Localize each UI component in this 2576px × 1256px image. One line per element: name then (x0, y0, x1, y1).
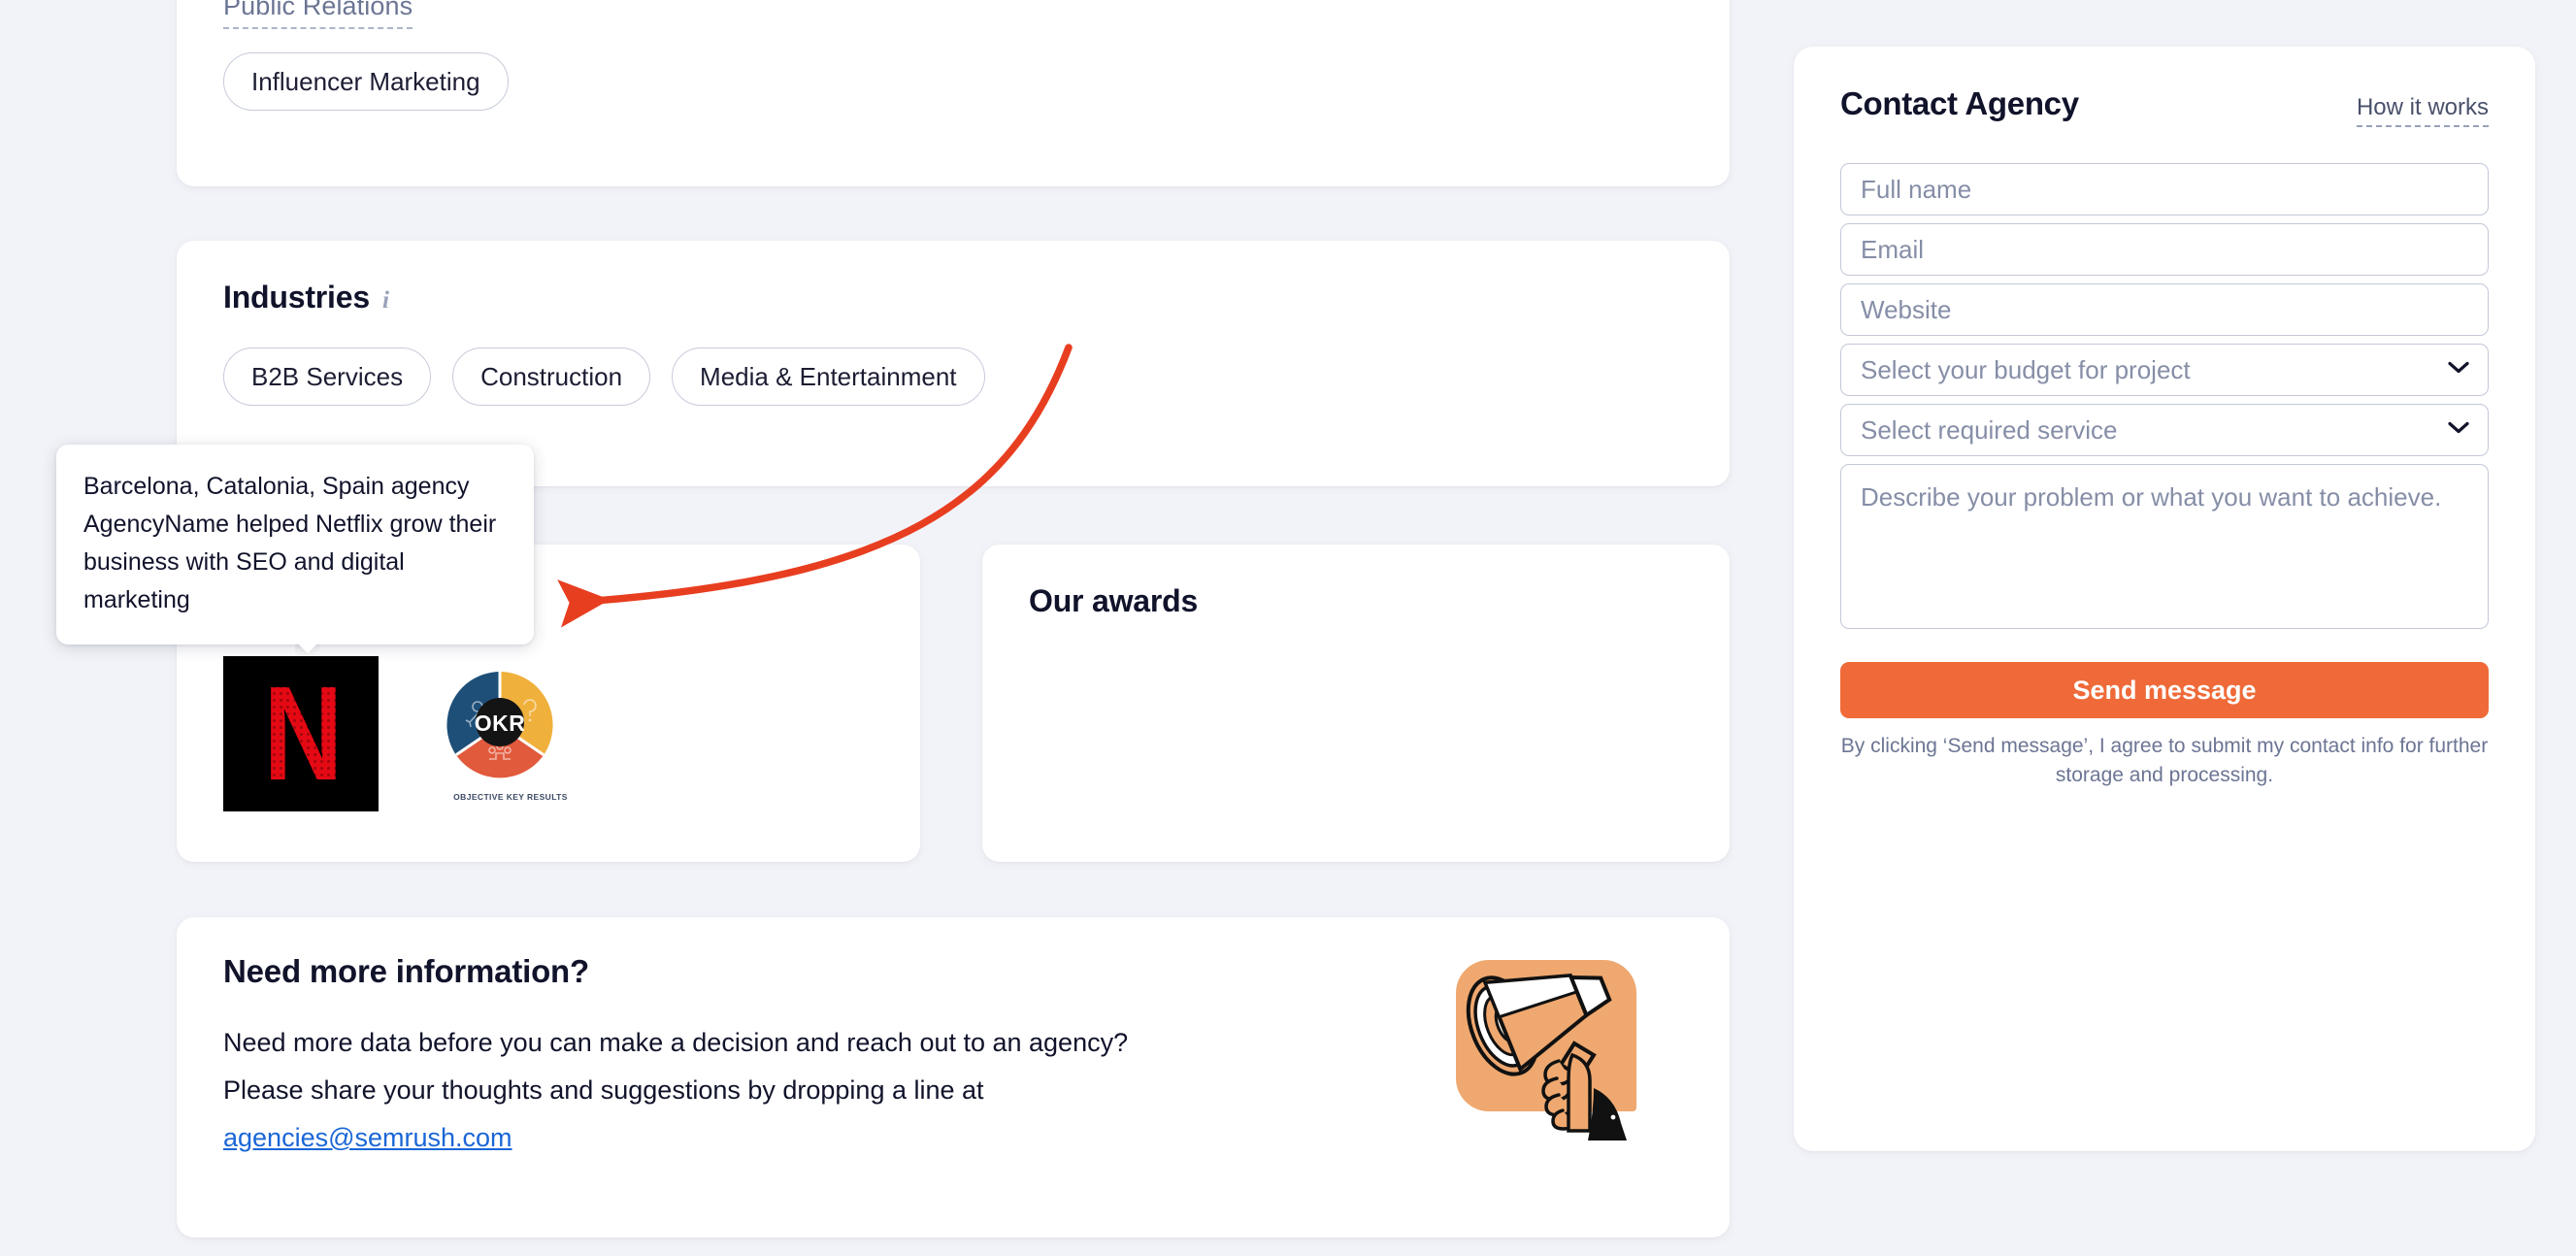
awards-title: Our awards (1029, 583, 1199, 618)
agencies-email-link[interactable]: agencies@semrush.com (223, 1123, 512, 1152)
okr-logo[interactable]: OKR OBJECTIVE KEY RESULTS (441, 666, 567, 802)
full-name-input[interactable] (1840, 163, 2489, 215)
budget-select-wrapper (1840, 344, 2489, 396)
okr-logo-icon: OKR (446, 671, 553, 778)
services-card: Public Relations Influencer Marketing (177, 0, 1730, 186)
industry-chip-construction[interactable]: Construction (452, 347, 651, 406)
client-tooltip: Barcelona, Catalonia, Spain agency Agenc… (56, 445, 534, 645)
industry-chip-media-entertainment[interactable]: Media & Entertainment (672, 347, 985, 406)
how-it-works-link[interactable]: How it works (2356, 94, 2489, 127)
contact-panel-header: Contact Agency How it works (1840, 85, 2489, 127)
send-message-button[interactable]: Send message (1840, 662, 2489, 718)
industry-chip-b2b-services[interactable]: B2B Services (223, 347, 432, 406)
info-card-body: Need more data before you can make a dec… (223, 1019, 1417, 1162)
info-card-title: Need more information? (223, 953, 589, 989)
okr-logo-caption: OBJECTIVE KEY RESULTS (453, 792, 568, 802)
netflix-logo-texture (223, 656, 379, 811)
tooltip-pointer (295, 644, 320, 656)
awards-heading: Our awards (1029, 583, 1198, 619)
industries-heading: Industries i (223, 280, 389, 315)
industries-chip-row: B2B Services Construction Media & Entert… (223, 347, 985, 406)
info-body-line2: Please share your thoughts and suggestio… (223, 1075, 984, 1105)
agency-profile-page: Public Relations Influencer Marketing In… (0, 0, 2576, 1256)
budget-select[interactable] (1840, 344, 2489, 396)
services-group-label[interactable]: Public Relations (223, 0, 413, 29)
service-select[interactable] (1840, 404, 2489, 456)
contact-agency-title: Contact Agency (1840, 85, 2079, 121)
svg-text:OKR: OKR (475, 711, 526, 736)
contact-agency-panel: Contact Agency How it works Send messa (1794, 47, 2535, 1151)
email-input[interactable] (1840, 223, 2489, 276)
need-more-information-card: Need more information? Need more data be… (177, 917, 1730, 1238)
consent-disclaimer: By clicking ‘Send message’, I agree to s… (1840, 735, 2489, 786)
awards-card: Our awards (982, 545, 1730, 862)
netflix-logo[interactable]: N (223, 656, 379, 811)
website-input[interactable] (1840, 283, 2489, 336)
client-logo-row: N OKR OBJECTIVE KEY RESULTS (223, 656, 567, 811)
industries-title: Industries (223, 280, 370, 314)
service-chip-influencer-marketing[interactable]: Influencer Marketing (223, 52, 509, 111)
info-body-line1: Need more data before you can make a dec… (223, 1028, 1129, 1057)
megaphone-illustration (1438, 917, 1662, 1140)
service-select-wrapper (1840, 404, 2489, 456)
services-chip-row: Influencer Marketing (223, 52, 509, 111)
message-textarea[interactable] (1840, 464, 2489, 629)
info-icon[interactable]: i (382, 287, 389, 314)
tooltip-text: Barcelona, Catalonia, Spain agency Agenc… (83, 473, 497, 613)
